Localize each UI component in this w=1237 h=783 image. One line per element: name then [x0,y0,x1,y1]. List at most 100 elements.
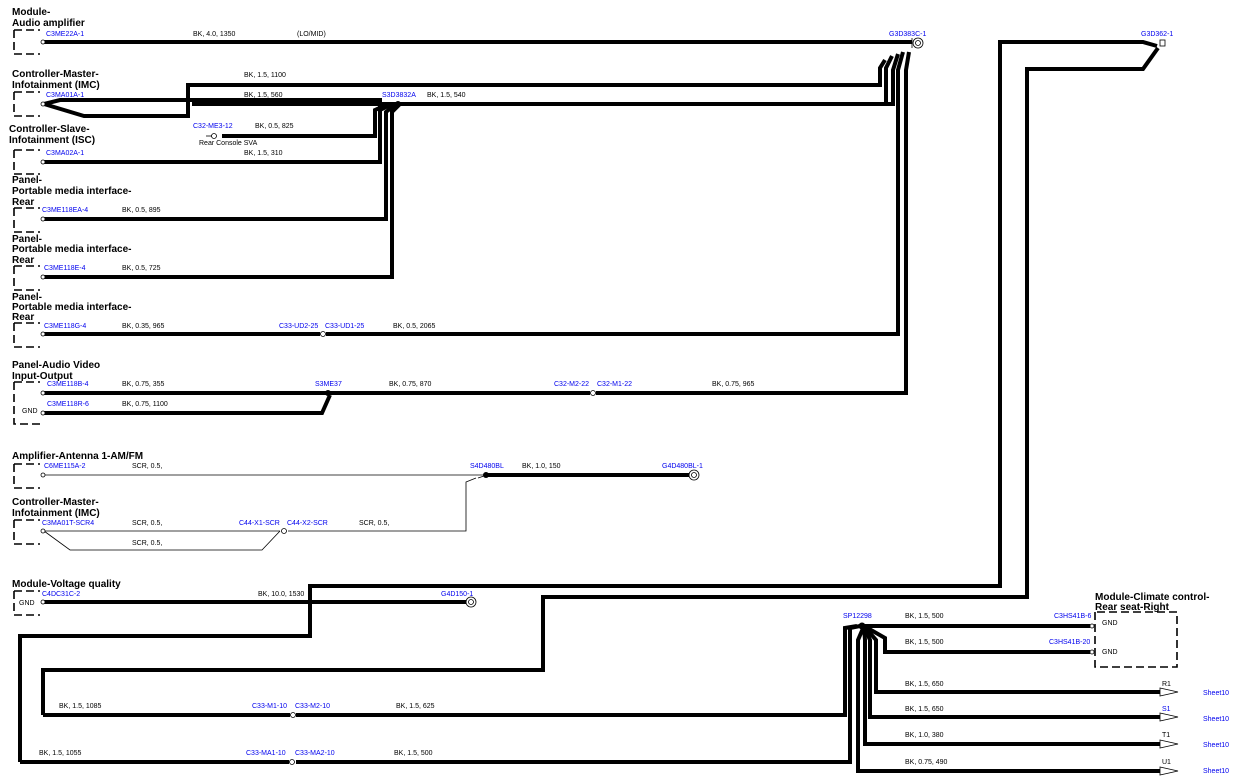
connector-c3hs41b6[interactable]: C3HS41B-6 [1054,613,1091,620]
connector-c3me118g[interactable]: C3ME118G-4 [44,323,86,330]
title-pmi1-2: Portable media interface- [12,186,131,197]
wire-label: BK, 0.35, 965 [122,323,165,330]
ground-wires [18,40,1160,773]
connector-c33m210[interactable]: C33-M2-10 [295,703,330,710]
connector-c4dc31c[interactable]: C4DC31C-2 [42,591,80,598]
connector-c3ma01t[interactable]: C3MA01T-SCR4 [42,520,94,527]
wire-label: BK, 1.0, 380 [905,732,944,739]
wire-label: BK, 0.75, 870 [389,381,432,388]
box-avio [13,381,40,425]
wire-label: BK, 1.5, 540 [427,92,466,99]
box-isc [13,149,40,175]
wire-label: BK, 1.5, 1055 [39,750,82,757]
ground-g3d362[interactable]: G3D362-1 [1141,31,1173,38]
title-pmi1-3: Rear [12,197,34,208]
gnd-label-climate-1: GND [1102,620,1118,627]
ground-g3d383c[interactable]: G3D383C-1 [889,31,926,38]
wire-label: BK, 1.5, 500 [394,750,433,757]
wire-label: BK, 0.5, 2065 [393,323,436,330]
module-boxes [13,29,1178,668]
splice-s3me37[interactable]: S3ME37 [315,381,342,388]
sheet-link-u1[interactable]: Sheet10 [1203,768,1229,775]
arrow-t1-icon [1159,739,1179,749]
connector-c3ma01a[interactable]: C3MA01A-1 [46,92,84,99]
title-imc2-1: Controller-Master- [12,497,99,508]
arrow-s1-icon [1159,712,1179,722]
title-pmi1-1: Panel- [12,175,42,186]
connector-c3me118ea[interactable]: C3ME118EA-4 [42,207,88,214]
wire-label: BK, 0.75, 965 [712,381,755,388]
ground-g4d150[interactable]: G4D150-1 [441,591,473,598]
wire-label: BK, 10.0, 1530 [258,591,304,598]
connector-c3me22a[interactable]: C3ME22A-1 [46,31,84,38]
wire-label: BK, 1.5, 650 [905,681,944,688]
wire-label: SCR, 0.5, [359,520,389,527]
sheet-link-s1[interactable]: Sheet10 [1203,716,1229,723]
wire-labels: BK, 4.0, 1350 (LO/MID) BK, 1.5, 1100 BK,… [39,31,948,766]
title-imc2-2: Infotainment (IMC) [12,508,100,519]
splice-sp12298[interactable]: SP12298 [843,613,872,620]
wire-label: BK, 1.5, 1100 [244,72,286,79]
title-climate-2: Rear seat-Right [1095,602,1170,613]
splice-s3d3832a[interactable]: S3D3832A [382,92,416,99]
connector-c33ud1[interactable]: C33-UD1-25 [325,323,364,330]
connector-c33m110[interactable]: C33-M1-10 [252,703,287,710]
wire-label: BK, 0.75, 490 [905,759,948,766]
title-imc-2: Infotainment (IMC) [12,80,100,91]
connector-c44x1[interactable]: C44-X1-SCR [239,520,280,527]
connector-c33ud2[interactable]: C33-UD2-25 [279,323,318,330]
wire-label: BK, 0.5, 895 [122,207,161,214]
title-isc-2: Infotainment (ISC) [9,135,95,146]
wire-label: BK, 1.5, 650 [905,706,944,713]
title-pmi3-3: Rear [12,312,34,323]
title-audio-amp-2: Audio amplifier [12,18,85,29]
gnd-label-avio: GND [22,408,38,415]
wire-label: BK, 1.5, 500 [905,639,944,646]
wire-label: BK, 0.75, 355 [122,381,165,388]
title-pmi2-3: Rear [12,255,34,266]
connector-c33ma110[interactable]: C33-MA1-10 [246,750,286,757]
box-imc-2 [13,519,40,545]
wire-label: BK, 1.5, 1085 [59,703,102,710]
connector-c32m1[interactable]: C32-M1-22 [597,381,632,388]
ground-g3d362-icon [1159,39,1166,47]
pin-u1: U1 [1162,759,1171,766]
pin-t1: T1 [1162,732,1170,739]
connector-c32m2[interactable]: C32-M2-22 [554,381,589,388]
wire-label: BK, 1.0, 150 [522,463,561,470]
wire-label: SCR, 0.5, [132,540,162,547]
gnd-label-voltage: GND [19,600,35,607]
connector-c44x2[interactable]: C44-X2-SCR [287,520,328,527]
title-imc-1: Controller-Master- [12,69,99,80]
connector-c3me118r[interactable]: C3ME118R-6 [47,401,89,408]
wiring-diagram: Module- Audio amplifier Controller-Maste… [9,7,1229,776]
connector-c32me3[interactable]: C32-ME3-12 [193,123,233,130]
connector-c33ma210[interactable]: C33-MA2-10 [295,750,335,757]
splice-s4d480bl[interactable]: S4D480BL [470,463,504,470]
sheet-link-t1[interactable]: Sheet10 [1203,742,1229,749]
gnd-label-climate-2: GND [1102,649,1118,656]
connector-c6me115a[interactable]: C6ME115A-2 [44,463,86,470]
wire-label: BK, 1.5, 625 [396,703,435,710]
misc-labels: Rear Console SVA GND GND GND GND R1 S1 T… [19,140,1229,775]
title-pmi2-2: Portable media interface- [12,244,131,255]
box-pmi-2 [13,265,40,291]
box-pmi-3 [13,322,40,348]
pins [40,37,1179,776]
pin-r1: R1 [1162,681,1171,688]
box-imc [13,91,40,117]
ground-g4d480bl[interactable]: G4D480BL-1 [662,463,703,470]
connector-c3hs41b20[interactable]: C3HS41B-20 [1049,639,1090,646]
wire-label: BK, 0.5, 725 [122,265,161,272]
connector-c3me118b[interactable]: C3ME118B-4 [47,381,89,388]
rear-console-note: Rear Console SVA [199,140,258,147]
box-audio-amplifier [13,29,40,55]
box-pmi-1 [13,207,40,233]
connector-c3me118e[interactable]: C3ME118E-4 [44,265,86,272]
wire-label: SCR, 0.5, [132,520,162,527]
title-audio-amp-1: Module- [12,7,50,18]
arrow-u1-icon [1159,766,1179,776]
connector-c3ma02a[interactable]: C3MA02A-1 [46,150,84,157]
sheet-link-r1[interactable]: Sheet10 [1203,690,1229,697]
box-antenna [13,463,40,489]
